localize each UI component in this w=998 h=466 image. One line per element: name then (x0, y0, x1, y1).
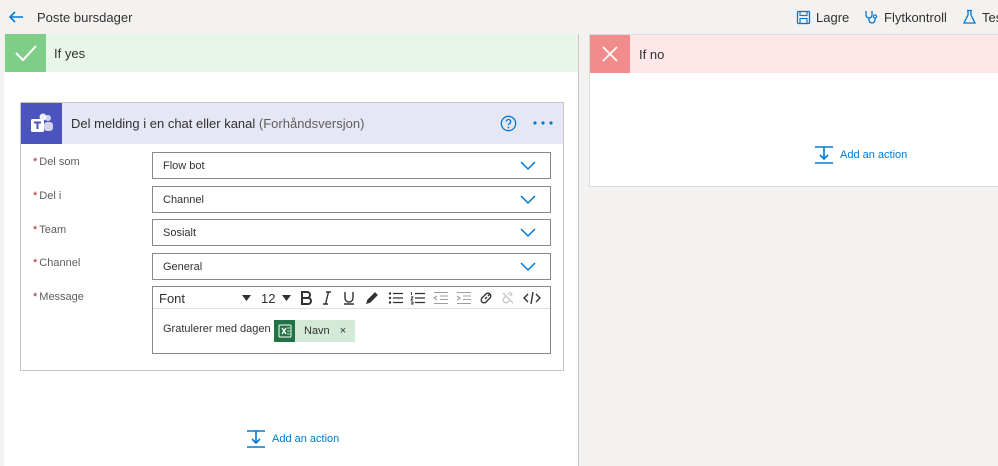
more-options-icon[interactable] (532, 114, 554, 132)
team-dropdown[interactable]: Sosialt (152, 219, 551, 246)
remove-link-button[interactable] (500, 289, 516, 307)
del-som-value: Flow bot (163, 160, 205, 172)
italic-button[interactable] (320, 289, 334, 307)
font-family-select[interactable]: Font (159, 289, 251, 307)
text-color-button[interactable] (364, 289, 380, 307)
font-size-value: 12 (261, 290, 276, 306)
teams-post-message-card: Del melding i en chat eller kanal (Forhå… (20, 102, 564, 371)
font-size-select[interactable]: 12 (261, 289, 291, 307)
decrease-indent-button[interactable] (432, 289, 450, 307)
unlink-icon (502, 292, 514, 304)
if-no-add-action[interactable]: Add an action (814, 145, 907, 165)
card-title: Del melding i en chat eller kanal (Forhå… (71, 116, 364, 131)
del-i-dropdown[interactable]: Channel (152, 186, 551, 213)
add-action-icon (247, 430, 265, 448)
underline-icon (344, 292, 354, 305)
link-icon (480, 292, 492, 304)
save-label: Lagre (816, 9, 850, 25)
insert-link-button[interactable] (478, 289, 494, 307)
font-family-value: Font (159, 290, 186, 306)
save-button[interactable]: Lagre (796, 7, 849, 27)
field-label-channel: * Channel (33, 257, 81, 269)
chevron-down-icon (520, 161, 536, 171)
card-header[interactable]: Del melding i en chat eller kanal (Forhå… (21, 103, 563, 144)
add-action-label: Add an action (272, 433, 340, 445)
channel-dropdown[interactable]: General (152, 253, 551, 280)
bold-button[interactable] (298, 289, 314, 307)
add-action-label: Add an action (840, 149, 908, 161)
increase-indent-icon (456, 291, 471, 305)
if-yes-header[interactable]: If yes (4, 34, 578, 72)
field-label-team: * Team (33, 224, 67, 236)
message-editor[interactable]: Font 12 Gratulerer med dagen Navn × (152, 286, 551, 354)
save-icon (796, 10, 811, 24)
del-i-value: Channel (163, 194, 204, 206)
caret-down-icon (242, 295, 251, 301)
branch-divider (578, 34, 579, 466)
checkmark-icon (5, 34, 46, 72)
field-label-message: * Message (33, 291, 84, 303)
team-value: Sosialt (163, 227, 197, 239)
numbered-list-icon (410, 292, 425, 305)
italic-icon (323, 291, 331, 305)
if-yes-label: If yes (54, 46, 86, 61)
if-no-header[interactable]: If no (590, 35, 998, 73)
flow-checker-label: Flytkontroll (884, 9, 947, 25)
token-remove-icon[interactable]: × (340, 325, 346, 337)
bullet-list-icon (388, 292, 403, 304)
if-yes-add-action[interactable]: Add an action (246, 429, 339, 449)
field-label-del-i: * Del i (33, 190, 62, 202)
teams-icon (21, 103, 62, 144)
test-label: Tes (982, 9, 998, 25)
chevron-down-icon (520, 262, 536, 272)
flow-checker-button[interactable]: Flytkontroll (863, 7, 947, 27)
if-no-label: If no (639, 47, 665, 62)
card-title-suffix: (Forhåndsversjon) (258, 116, 365, 131)
chevron-down-icon (520, 195, 536, 205)
rich-text-toolbar: Font 12 (153, 287, 550, 309)
chevron-down-icon (520, 228, 536, 238)
excel-icon (274, 320, 295, 342)
decrease-indent-icon (433, 291, 448, 305)
caret-down-icon (282, 295, 291, 301)
dynamic-content-token[interactable]: Navn × (274, 320, 356, 342)
token-label: Navn (304, 325, 330, 337)
increase-indent-button[interactable] (455, 289, 473, 307)
if-no-branch: If no Add an action (589, 34, 998, 187)
channel-value: General (163, 261, 203, 273)
code-icon (523, 291, 541, 305)
stethoscope-icon (865, 11, 878, 24)
code-view-button[interactable] (522, 289, 542, 307)
top-bar: Poste bursdager Lagre Flytkontroll Tes (0, 0, 998, 34)
card-title-text: Del melding i en chat eller kanal (71, 116, 256, 131)
underline-button[interactable] (341, 289, 357, 307)
flow-title: Poste bursdager (37, 10, 133, 25)
test-button[interactable]: Tes (962, 7, 998, 27)
beaker-icon (962, 9, 977, 24)
bullet-list-button[interactable] (387, 289, 405, 307)
message-text: Gratulerer med dagen (163, 323, 271, 335)
pen-icon (365, 292, 378, 305)
help-icon[interactable] (500, 115, 517, 132)
add-action-icon (815, 146, 833, 164)
close-icon (590, 35, 630, 73)
bold-icon (301, 291, 312, 305)
del-som-dropdown[interactable]: Flow bot (152, 152, 551, 179)
field-label-del-som: * Del som (33, 156, 80, 168)
back-arrow-icon[interactable] (6, 7, 26, 27)
numbered-list-button[interactable] (409, 289, 427, 307)
